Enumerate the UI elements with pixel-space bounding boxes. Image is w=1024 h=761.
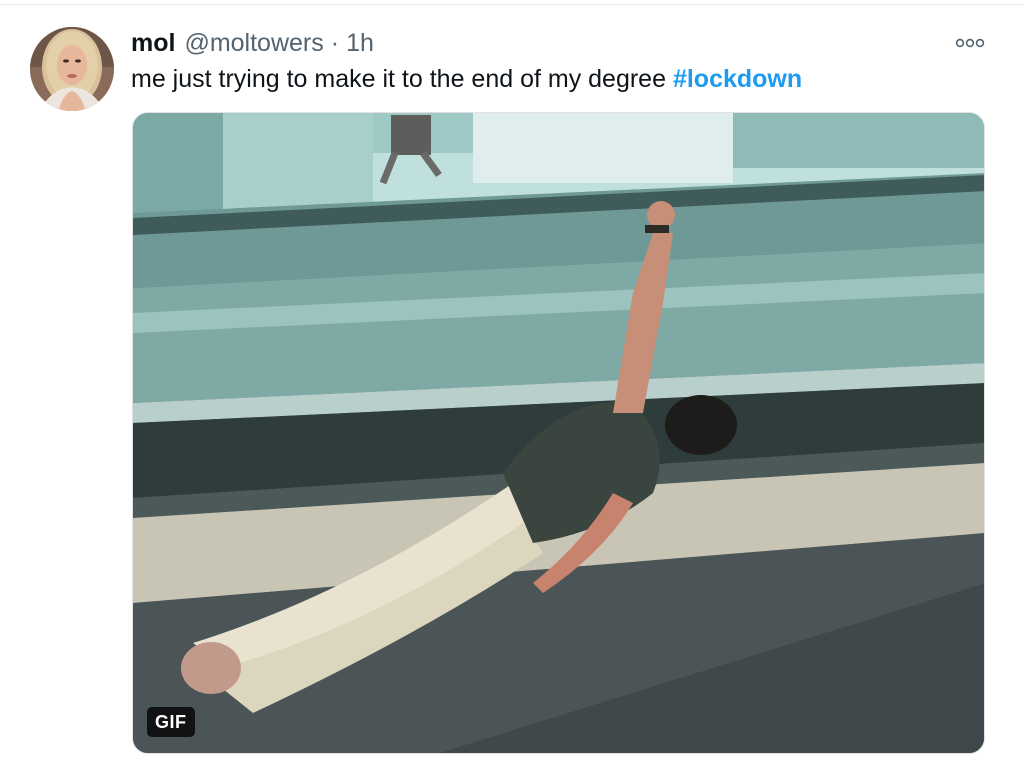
more-options-icon — [955, 38, 985, 48]
separator-dot: · — [330, 29, 340, 57]
gif-media[interactable]: GIF — [132, 112, 985, 754]
more-options-button[interactable] — [950, 30, 990, 56]
gif-badge: GIF — [147, 707, 195, 737]
tweet-body: me just trying to make it to the end of … — [131, 65, 666, 93]
tweet-header: mol @moltowers · 1h — [131, 27, 374, 59]
tweet-divider — [0, 4, 1024, 5]
display-name[interactable]: mol — [131, 27, 175, 59]
tweet: mol @moltowers · 1h me just trying to ma… — [0, 0, 1024, 761]
hashtag-link[interactable]: #lockdown — [673, 65, 802, 93]
tweet-text: me just trying to make it to the end of … — [131, 62, 802, 96]
avatar[interactable] — [30, 27, 114, 111]
timestamp[interactable]: 1h — [346, 27, 374, 59]
user-handle[interactable]: @moltowers — [184, 27, 323, 59]
